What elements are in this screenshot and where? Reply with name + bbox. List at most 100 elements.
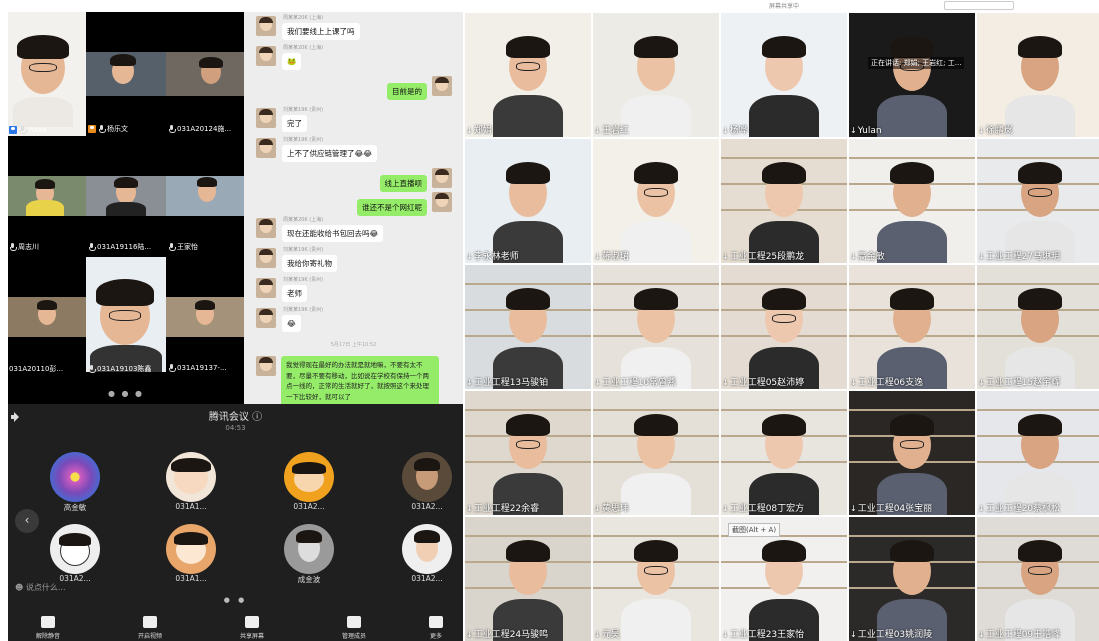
meeting-title[interactable]: 腾讯会议 ⓘ bbox=[8, 408, 463, 423]
video-tile[interactable]: 工业工程10常曾燕 bbox=[593, 265, 719, 389]
tile-name: 工业工程08丁宏方 bbox=[722, 501, 804, 514]
participant-name: 高金敏 bbox=[63, 503, 87, 512]
chat-bubble: 上不了供应链管理了😂😂 bbox=[282, 145, 378, 162]
pager-dots[interactable]: ● ● ● bbox=[8, 389, 244, 398]
video-tile[interactable]: 高金敏 bbox=[849, 139, 975, 263]
video-tile[interactable]: 徐鹏岚 bbox=[977, 13, 1099, 137]
video-tile[interactable]: 工业工程15赵宇辉 bbox=[977, 265, 1099, 389]
members-icon bbox=[347, 616, 361, 628]
pager-dots[interactable]: ● ● bbox=[8, 596, 463, 604]
video-tile-active[interactable] bbox=[86, 257, 166, 372]
video-tile[interactable]: 工业工程24马骏鸣 bbox=[465, 517, 591, 641]
tile-name: 工业工程04张宝丽 bbox=[850, 501, 932, 514]
right-video-grid: 郑娟王岩红杨哗Yulan徐鹏岚李永林老师蒋淑珺工业工程25段鹏龙高金敏工业工程2… bbox=[464, 12, 1099, 641]
chat-bubble: 我给你寄礼物 bbox=[282, 255, 337, 272]
tile-name: 周志川 bbox=[18, 243, 39, 251]
tile-name: 李永林老师 bbox=[466, 249, 519, 262]
tile-name: 工业工程25段鹏龙 bbox=[722, 249, 804, 262]
tile-name: 031A20124施... bbox=[177, 125, 232, 133]
chat-bubble: 谁还不是个网红呢 bbox=[357, 199, 427, 216]
chat-message: 刘某某19K (贵州) 完了 bbox=[244, 106, 463, 136]
video-tile[interactable]: 王岩红 bbox=[593, 13, 719, 137]
video-button[interactable]: 开启视频 bbox=[120, 616, 180, 640]
chat-input-placeholder: 说点什么... bbox=[25, 583, 66, 592]
avatar bbox=[256, 16, 276, 36]
camera-icon bbox=[143, 616, 157, 628]
video-tile[interactable] bbox=[166, 176, 244, 216]
video-tile[interactable]: 工业工程05赵沛婷 bbox=[721, 265, 847, 389]
video-tile[interactable]: 蒋淑珺 bbox=[593, 139, 719, 263]
participant-name: 成金波 bbox=[297, 575, 321, 584]
participant-avatar[interactable] bbox=[284, 452, 334, 502]
video-tile[interactable]: 工业工程08丁宏方 bbox=[721, 391, 847, 515]
video-tile[interactable]: Yulan bbox=[8, 12, 86, 136]
participant-avatar[interactable] bbox=[402, 452, 452, 502]
video-tile[interactable]: 工业工程06支逸 bbox=[849, 265, 975, 389]
video-tile[interactable] bbox=[8, 176, 86, 216]
emoji-icon[interactable]: ☻ bbox=[15, 583, 23, 592]
video-tile[interactable]: Yulan bbox=[849, 13, 975, 137]
participant-avatar[interactable] bbox=[166, 524, 216, 574]
mic-icon bbox=[168, 243, 176, 251]
video-tile[interactable] bbox=[86, 176, 166, 216]
chat-bubble: 完了 bbox=[282, 115, 307, 132]
video-tile[interactable] bbox=[166, 52, 244, 96]
tile-name: 杨乐文 bbox=[107, 125, 128, 133]
participant-avatar[interactable] bbox=[402, 524, 452, 574]
tile-name: 高金敏 bbox=[850, 249, 885, 262]
video-tile[interactable]: 工业工程04张宝丽 bbox=[849, 391, 975, 515]
host-icon bbox=[9, 126, 17, 134]
share-screen-button[interactable]: 共享屏幕 bbox=[222, 616, 282, 640]
mic-icon bbox=[88, 365, 96, 373]
video-tile[interactable]: 元昊 bbox=[593, 517, 719, 641]
video-tile[interactable]: 杨哗 bbox=[721, 13, 847, 137]
tile-name: 蒋淑珺 bbox=[594, 249, 629, 262]
chat-bubble: 我们要线上上课了吗 bbox=[282, 23, 360, 40]
avatar bbox=[256, 278, 276, 298]
more-button[interactable]: 更多 bbox=[406, 616, 463, 640]
avatar bbox=[256, 248, 276, 268]
mic-icon bbox=[9, 243, 17, 251]
avatar bbox=[432, 76, 452, 96]
video-tile[interactable]: 李永林老师 bbox=[465, 139, 591, 263]
chat-message: 刘某某19K (贵州) 😂 bbox=[244, 306, 463, 336]
video-tile[interactable]: 工业工程03姚润陵 bbox=[849, 517, 975, 641]
members-button[interactable]: 管理成员 bbox=[324, 616, 384, 640]
tile-name: 031A19137-... bbox=[177, 364, 227, 372]
video-tile[interactable]: 工业工程27马琳玥 bbox=[977, 139, 1099, 263]
video-tile[interactable] bbox=[8, 297, 86, 337]
participant-name: 031A2... bbox=[411, 574, 443, 583]
mic-icon bbox=[41, 616, 55, 628]
chat-input[interactable]: ☻ 说点什么... bbox=[11, 580, 111, 596]
cohost-icon bbox=[88, 125, 96, 133]
avatar bbox=[256, 218, 276, 238]
participant-avatar[interactable] bbox=[50, 524, 100, 574]
unmute-button[interactable]: 解除静音 bbox=[18, 616, 78, 640]
toolbar-pill[interactable] bbox=[944, 1, 1014, 10]
chat-message: 周某某20K (上海) 我们要线上上课了吗 bbox=[244, 14, 463, 44]
participant-avatar[interactable] bbox=[284, 524, 334, 574]
participant-avatar[interactable] bbox=[166, 452, 216, 502]
tile-name: 郑娟 bbox=[466, 123, 492, 136]
tile-name: Yulan bbox=[28, 126, 47, 134]
video-tile[interactable]: 工业工程13马骏铂 bbox=[465, 265, 591, 389]
chat-bubble: 目前是的 bbox=[387, 83, 427, 100]
video-tile[interactable] bbox=[166, 297, 244, 337]
video-tile[interactable] bbox=[86, 52, 166, 96]
video-tile[interactable]: 工业工程22余睿 bbox=[465, 391, 591, 515]
video-tile[interactable]: 工业工程09王皓峰 bbox=[977, 517, 1099, 641]
participant-avatar[interactable] bbox=[50, 452, 100, 502]
chat-bubble: 现在还能收给书包回去吗😂 bbox=[282, 225, 384, 242]
video-tile[interactable]: 郑娟 bbox=[465, 13, 591, 137]
video-tile[interactable]: 黄思玮 bbox=[593, 391, 719, 515]
mobile-meeting-panel: 腾讯会议 ⓘ 04:53 ‹ 高金敏 031A1... 031A2... 031… bbox=[8, 404, 463, 641]
menu-icon bbox=[429, 616, 443, 628]
chat-message: 周某某20K (上海) 现在还能收给书包回去吗😂 bbox=[244, 216, 463, 246]
avatar bbox=[432, 168, 452, 188]
video-tile[interactable]: 工业工程20蔡枫松 bbox=[977, 391, 1099, 515]
video-tile[interactable]: 工业工程25段鹏龙 bbox=[721, 139, 847, 263]
chat-message: 刘某某19K (贵州) 老师 bbox=[244, 276, 463, 306]
chat-bubble: 老师 bbox=[282, 285, 307, 302]
mic-icon bbox=[88, 243, 96, 251]
screenshot-tooltip: 截图(Alt + A) bbox=[728, 523, 781, 537]
